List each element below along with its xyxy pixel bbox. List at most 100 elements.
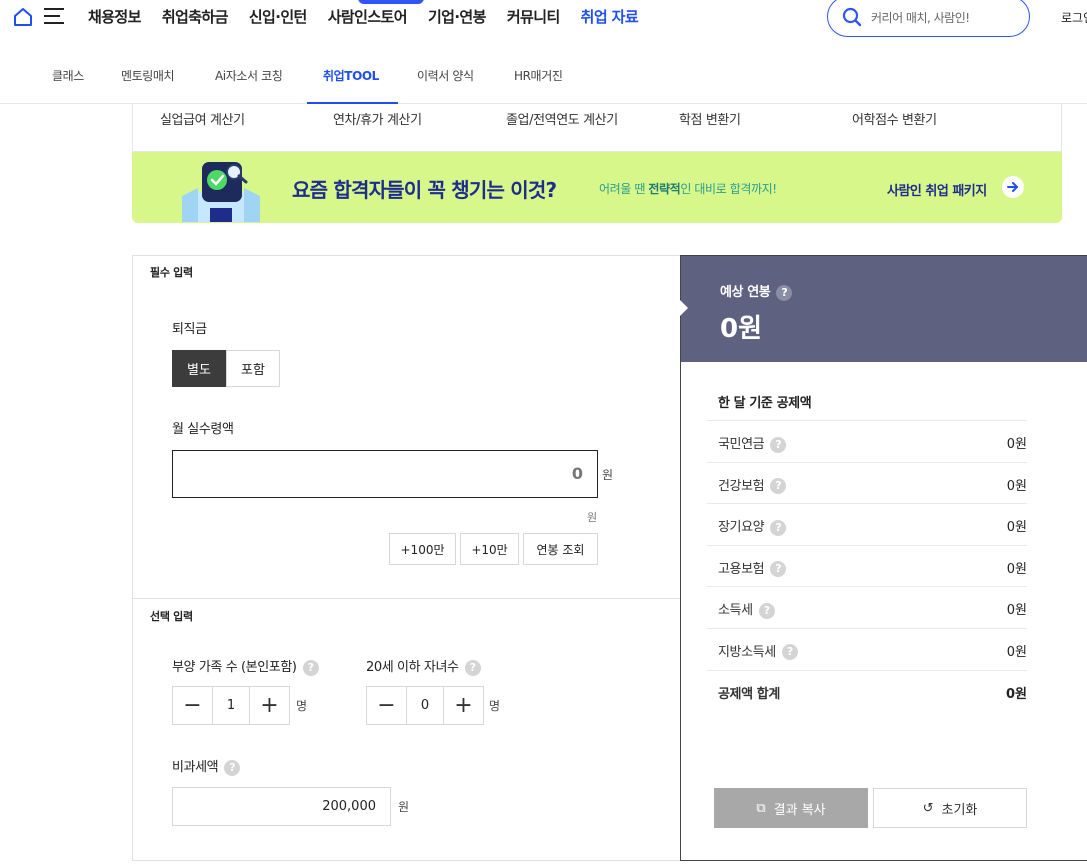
home-icon[interactable] xyxy=(12,6,34,28)
search-input[interactable]: 커리어 매치, 사람인! xyxy=(827,0,1030,37)
reset-button[interactable]: ↺ 초기화 xyxy=(873,788,1027,828)
deduction-name: 지방소득세? xyxy=(718,641,798,661)
table-row: 국민연금? 0원 xyxy=(707,421,1027,463)
plus-icon[interactable]: + xyxy=(444,687,483,724)
deduction-value: 0원 xyxy=(1006,437,1027,452)
dependents-label: 부양 가족 수 (본인포함)? xyxy=(172,656,319,676)
banner-sub-bold: 전략적 xyxy=(648,182,681,196)
arrow-right-icon[interactable] xyxy=(1002,176,1024,198)
nontax-input[interactable]: 200,000 xyxy=(172,787,391,826)
tab-language-score-converter[interactable]: 어학점수 변환기 xyxy=(852,109,937,128)
nav-item-community[interactable]: 커뮤니티 xyxy=(507,6,560,27)
nav-item-intern[interactable]: 신입·인턴 xyxy=(249,6,308,27)
copy-result-button[interactable]: ⧉ 결과 복사 xyxy=(714,788,868,828)
menu-icon[interactable] xyxy=(44,8,64,26)
table-row: 건강보험? 0원 xyxy=(707,463,1027,505)
help-icon[interactable]: ? xyxy=(776,284,793,301)
subnav-class[interactable]: 클래스 xyxy=(52,67,84,84)
children-value[interactable]: 0 xyxy=(406,687,444,724)
subnav-tool[interactable]: 취업TOOL xyxy=(323,67,379,84)
total-deduction-name: 공제액 합계 xyxy=(718,686,780,702)
banner-cta-link[interactable]: 사람인 취업 패키지 xyxy=(887,180,987,199)
deduction-name-text: 건강보험 xyxy=(718,478,765,494)
children-label-text: 20세 이하 자녀수 xyxy=(366,660,459,675)
monthly-net-value: 0 xyxy=(571,464,583,483)
deduction-name: 고용보험? xyxy=(718,558,787,578)
help-icon[interactable]: ? xyxy=(224,759,241,776)
help-icon[interactable]: ? xyxy=(770,519,787,536)
help-icon[interactable]: ? xyxy=(464,659,481,676)
dependents-value[interactable]: 1 xyxy=(212,687,250,724)
subnav-resume-form[interactable]: 이력서 양식 xyxy=(417,67,474,84)
children-stepper: − 0 + xyxy=(366,686,484,725)
severance-label: 퇴직금 xyxy=(172,322,207,337)
deduction-name: 소득세? xyxy=(718,599,775,619)
nav-item-company[interactable]: 기업·연봉 xyxy=(428,6,487,27)
refresh-icon: ↺ xyxy=(922,800,934,816)
children-label: 20세 이하 자녀수? xyxy=(366,656,481,676)
monthly-net-input[interactable]: 0 xyxy=(172,450,598,498)
deduction-value: 0원 xyxy=(1006,603,1027,619)
deduction-name: 장기요양? xyxy=(718,516,787,536)
minus-icon[interactable]: − xyxy=(173,687,212,724)
help-icon[interactable]: ? xyxy=(758,602,775,619)
deduction-value: 0원 xyxy=(1006,644,1027,660)
tab-graduation-year-calc[interactable]: 졸업/전역연도 계산기 xyxy=(506,109,618,128)
minus-icon[interactable]: − xyxy=(367,687,406,724)
nav-item-jobs[interactable]: 채용정보 xyxy=(88,6,141,27)
deduction-title: 한 달 기준 공제액 xyxy=(707,381,1027,421)
tab-unemployment-calc[interactable]: 실업급여 계산기 xyxy=(160,109,245,128)
optional-input-label: 선택 입력 xyxy=(150,610,193,623)
nontax-value: 200,000 xyxy=(322,799,376,814)
tab-annual-leave-calc[interactable]: 연차/휴가 계산기 xyxy=(333,109,422,128)
subnav-ai-coaching[interactable]: Ai자소서 코칭 xyxy=(215,67,283,84)
salary-lookup-button[interactable]: 연봉 조회 xyxy=(523,533,598,565)
sub-navigation: 클래스 멘토링매치 Ai자소서 코칭 취업TOOL 이력서 양식 HR매거진 xyxy=(0,50,1087,104)
deduction-name-text: 소득세 xyxy=(718,603,753,619)
deduction-name: 국민연금? xyxy=(718,433,787,453)
banner-sub-suffix: 인 대비로 합격까지! xyxy=(680,182,777,196)
person-unit: 명 xyxy=(489,699,501,713)
banner-subtitle: 어려울 땐 전략적인 대비로 합격까지! xyxy=(599,180,777,197)
help-icon[interactable]: ? xyxy=(770,478,787,495)
deduction-name-text: 고용보험 xyxy=(718,561,765,577)
subnav-hr-magazine[interactable]: HR매거진 xyxy=(514,67,563,84)
person-unit: 명 xyxy=(296,699,308,713)
deduction-name-text: 국민연금 xyxy=(718,437,765,452)
severance-separate-button[interactable]: 별도 xyxy=(172,350,226,387)
table-row: 지방소득세? 0원 xyxy=(707,629,1027,671)
plus-icon[interactable]: + xyxy=(250,687,289,724)
nav-item-bonus[interactable]: 취업축하금 xyxy=(162,6,229,27)
help-icon[interactable]: ? xyxy=(770,561,787,578)
nav-item-resources[interactable]: 취업 자료 xyxy=(581,6,639,27)
deduction-name-text: 지방소득세 xyxy=(718,644,776,660)
deduction-value: 0원 xyxy=(1006,478,1027,494)
result-notch xyxy=(680,300,688,316)
top-navigation: 채용정보 취업축하금 신입·인턴 사람인스토어 기업·연봉 커뮤니티 취업 자료… xyxy=(0,0,1087,37)
dependents-label-text: 부양 가족 수 (본인포함) xyxy=(172,660,297,675)
expected-salary-label: 예상 연봉? xyxy=(720,281,793,301)
input-panel: 필수 입력 퇴직금 별도 포함 월 실수령액 0 원 원 +100만 +10만 … xyxy=(132,255,681,861)
add-1m-button[interactable]: +100만 xyxy=(389,533,456,565)
deduction-name-text: 장기요양 xyxy=(718,520,765,536)
promo-banner[interactable]: 요즘 합격자들이 꼭 챙기는 이것? 어려울 땐 전략적인 대비로 합격까지! … xyxy=(132,152,1062,223)
result-panel: 예상 연봉? 0원 한 달 기준 공제액 국민연금? 0원 건강보험? 0원 장… xyxy=(680,255,1087,861)
subnav-mentoring[interactable]: 멘토링매치 xyxy=(121,67,175,84)
expected-salary-label-text: 예상 연봉 xyxy=(720,285,771,300)
help-icon[interactable]: ? xyxy=(781,644,798,661)
help-icon[interactable]: ? xyxy=(302,659,319,676)
table-row: 고용보험? 0원 xyxy=(707,546,1027,588)
login-link[interactable]: 로그인 xyxy=(1061,9,1087,26)
severance-toggle: 별도 포함 xyxy=(172,350,280,387)
banner-sub-prefix: 어려울 땐 xyxy=(599,182,649,196)
nav-item-store[interactable]: 사람인스토어 xyxy=(328,6,408,27)
result-header: 예상 연봉? 0원 xyxy=(680,256,1087,362)
tool-tabs: 실업급여 계산기 연차/휴가 계산기 졸업/전역연도 계산기 학점 변환기 어학… xyxy=(132,104,1062,152)
dependents-stepper: − 1 + xyxy=(172,686,290,725)
severance-included-button[interactable]: 포함 xyxy=(226,350,280,387)
main-menu: 채용정보 취업축하금 신입·인턴 사람인스토어 기업·연봉 커뮤니티 취업 자료 xyxy=(88,6,659,27)
add-100k-button[interactable]: +10만 xyxy=(460,533,519,565)
tab-gpa-converter[interactable]: 학점 변환기 xyxy=(679,109,741,128)
monthly-net-label: 월 실수령액 xyxy=(172,422,234,437)
help-icon[interactable]: ? xyxy=(770,436,787,453)
